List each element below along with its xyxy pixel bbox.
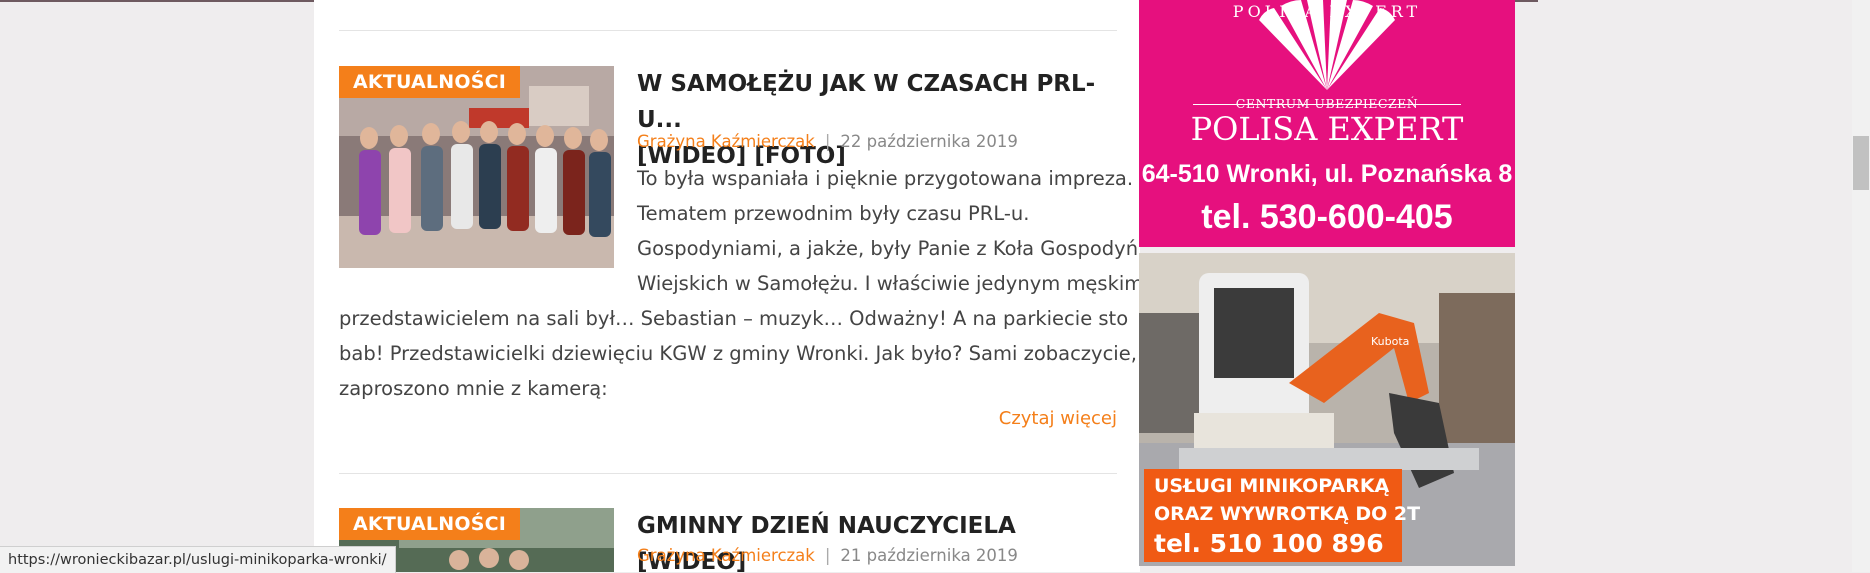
meta-separator: | — [824, 546, 831, 565]
ad-line: ORAZ WYWROTKĄ DO 2T — [1154, 503, 1421, 525]
article-excerpt: To była wspaniała i pięknie przygotowana… — [339, 161, 1168, 406]
excavator-ad-banner[interactable]: Kubota USŁUGI MINIKOPARKĄ ORAZ WYWROTKĄ … — [1139, 253, 1515, 566]
excerpt-line: przedstawicielem na sali był… Sebastian … — [339, 307, 1129, 330]
ad-line: USŁUGI MINIKOPARKĄ — [1154, 475, 1390, 497]
article-meta: Grażyna Kaźmierczak | 22 października 2019 — [637, 130, 1018, 154]
article-title-line[interactable]: W SAMOŁĘŻU JAK W CZASACH PRL-U... — [637, 66, 1117, 138]
ad-phone: tel. 530-600-405 — [1201, 198, 1453, 236]
article-divider — [339, 473, 1117, 474]
ad-company-name: POLISA EXPERT — [1190, 110, 1464, 148]
excavator-ad-textbox: USŁUGI MINIKOPARKĄ ORAZ WYWROTKĄ DO 2T t… — [1144, 469, 1420, 562]
read-more-link[interactable]: Czytaj więcej — [999, 408, 1117, 429]
insurance-ad-banner[interactable]: POLISA EXPERT CENTRUM UBEZPIECZEŃ POLISA… — [1139, 0, 1515, 247]
article-meta: Grażyna Kaźmierczak | 21 października 2019 — [637, 544, 1018, 568]
excerpt-line: Wiejskich w Samołężu. I właściwie jedyny… — [637, 272, 1144, 295]
scrollbar-thumb[interactable] — [1853, 136, 1869, 190]
ad-address: 64-510 Wronki, ul. Poznańska 8 — [1141, 160, 1513, 188]
meta-separator: | — [824, 132, 831, 151]
excerpt-line: zaproszono mnie z kamerą: — [339, 377, 608, 400]
machine-brand-label: Kubota — [1371, 335, 1409, 348]
category-badge[interactable]: AKTUALNOŚCI — [339, 508, 520, 540]
excerpt-line: bab! Przedstawicielki dziewięciu KGW z g… — [339, 342, 1168, 365]
article-date: 22 października 2019 — [840, 132, 1018, 151]
link-status-bar: https://wronieckibazar.pl/uslugi-minikop… — [0, 546, 396, 573]
category-badge[interactable]: AKTUALNOŚCI — [339, 66, 520, 98]
page-right-margin — [1538, 0, 1855, 572]
article-card: AKTUALNOŚCI W SAMOŁĘŻU JAK W CZASACH PRL… — [339, 66, 1168, 446]
ad-subtitle: CENTRUM UBEZPIECZEŃ — [1235, 96, 1419, 111]
brand-arc-text: POLISA EXPERT — [1232, 2, 1422, 21]
article-title[interactable]: W SAMOŁĘŻU JAK W CZASACH PRL-U... [WIDEO… — [637, 66, 1117, 174]
vertical-scrollbar[interactable] — [1852, 0, 1870, 572]
article-date: 21 października 2019 — [840, 546, 1018, 565]
excerpt-line: To była wspaniała i pięknie przygotowana… — [637, 167, 1134, 190]
author-link[interactable]: Grażyna Kaźmierczak — [637, 132, 815, 151]
excerpt-line: Tematem przewodnim były czasu PRL-u. — [637, 202, 1030, 225]
author-link[interactable]: Grażyna Kaźmierczak — [637, 546, 815, 565]
article-divider — [339, 30, 1117, 31]
article-card: AKTUALNOŚCI GMINNY DZIEŃ NAUCZYCIELA [WI… — [339, 508, 1117, 572]
excerpt-line: Gospodyniami, a jakże, były Panie z Koła… — [637, 237, 1139, 260]
ad-phone: tel. 510 100 896 — [1154, 529, 1384, 558]
